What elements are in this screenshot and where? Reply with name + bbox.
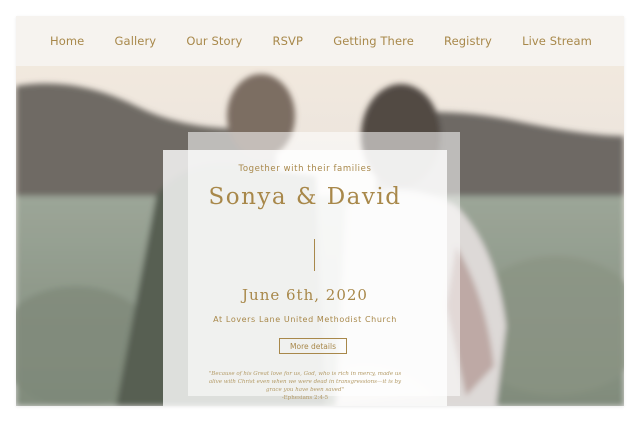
invitation-card: Together with their families Sonya & Dav… (163, 150, 447, 406)
nav-link-rsvp[interactable]: RSVP (273, 34, 304, 48)
venue-text: At Lovers Lane United Methodist Church (213, 315, 397, 324)
nav-link-getting-there[interactable]: Getting There (333, 34, 414, 48)
hero-section: Together with their families Sonya & Dav… (16, 66, 624, 406)
wedding-date: June 6th, 2020 (242, 286, 368, 304)
together-subtitle: Together with their families (238, 164, 372, 174)
verse-reference: -Ephesians 2:4-5 (281, 395, 329, 401)
nav-link-home[interactable]: Home (50, 34, 84, 48)
divider-line (314, 239, 315, 271)
nav-link-live-stream[interactable]: Live Stream (522, 34, 592, 48)
verse-text: "Because of his Great love for us, God, … (208, 371, 402, 393)
nav-link-our-story[interactable]: Our Story (186, 34, 242, 48)
couple-names: Sonya & David (208, 184, 402, 210)
main-nav: Home Gallery Our Story RSVP Getting Ther… (16, 16, 624, 66)
nav-link-registry[interactable]: Registry (444, 34, 492, 48)
nav-link-gallery[interactable]: Gallery (115, 34, 157, 48)
more-details-button[interactable]: More details (279, 338, 347, 354)
website-frame: Home Gallery Our Story RSVP Getting Ther… (16, 16, 624, 406)
bible-verse: "Because of his Great love for us, God, … (207, 370, 403, 402)
